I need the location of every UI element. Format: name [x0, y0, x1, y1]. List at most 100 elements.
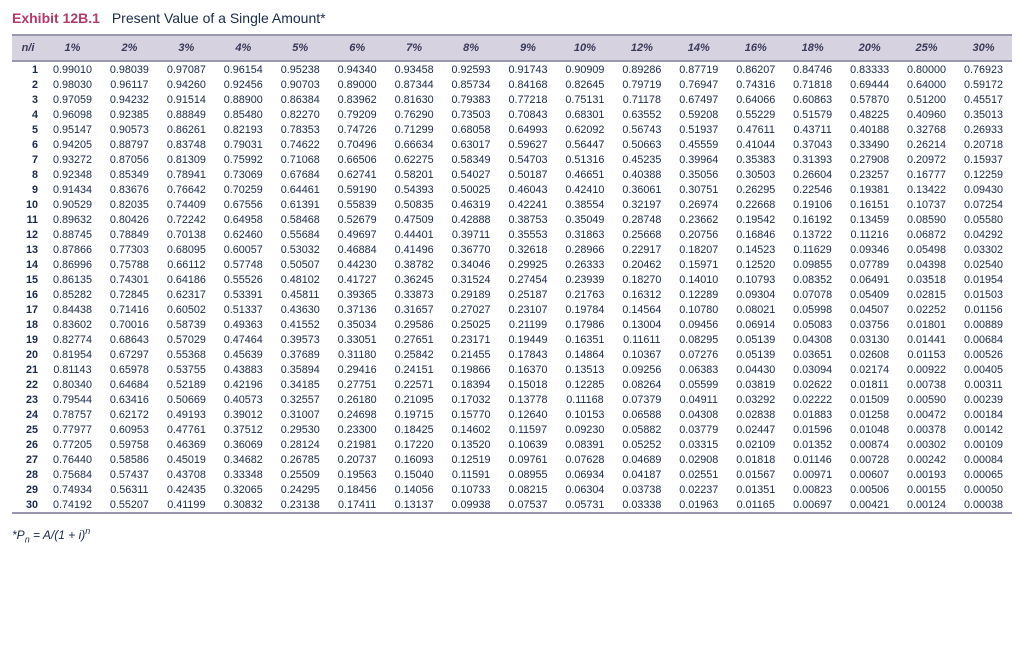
value-cell: 0.77205	[44, 437, 101, 452]
value-cell: 0.57437	[101, 467, 158, 482]
value-cell: 0.04689	[613, 452, 670, 467]
value-cell: 0.08215	[500, 482, 557, 497]
value-cell: 0.19449	[500, 332, 557, 347]
value-cell: 0.17986	[556, 317, 613, 332]
rate-header: 2%	[101, 35, 158, 61]
value-cell: 0.64958	[215, 212, 272, 227]
value-cell: 0.50507	[272, 257, 329, 272]
value-cell: 0.01567	[727, 467, 784, 482]
value-cell: 0.33873	[386, 287, 443, 302]
period-cell: 5	[12, 122, 44, 137]
value-cell: 0.79209	[329, 107, 386, 122]
value-cell: 0.07254	[955, 197, 1012, 212]
value-cell: 0.11597	[500, 422, 557, 437]
value-cell: 0.81954	[44, 347, 101, 362]
value-cell: 0.40188	[841, 122, 898, 137]
value-cell: 0.91434	[44, 182, 101, 197]
value-cell: 0.28124	[272, 437, 329, 452]
value-cell: 0.31657	[386, 302, 443, 317]
value-cell: 0.42410	[556, 182, 613, 197]
value-cell: 0.50025	[443, 182, 500, 197]
rate-header: 18%	[784, 35, 841, 61]
value-cell: 0.02622	[784, 377, 841, 392]
value-cell: 0.26295	[727, 182, 784, 197]
value-cell: 0.00922	[898, 362, 955, 377]
value-cell: 0.89286	[613, 61, 670, 77]
value-cell: 0.18207	[670, 242, 727, 257]
value-cell: 0.58349	[443, 152, 500, 167]
value-cell: 0.00526	[955, 347, 1012, 362]
value-cell: 0.25025	[443, 317, 500, 332]
value-cell: 0.03738	[613, 482, 670, 497]
value-cell: 0.36770	[443, 242, 500, 257]
value-cell: 0.87056	[101, 152, 158, 167]
value-cell: 0.58586	[101, 452, 158, 467]
value-cell: 0.91514	[158, 92, 215, 107]
value-cell: 0.05731	[556, 497, 613, 513]
rate-header: 6%	[329, 35, 386, 61]
value-cell: 0.19563	[329, 467, 386, 482]
value-cell: 0.94260	[158, 77, 215, 92]
value-cell: 0.26604	[784, 167, 841, 182]
value-cell: 0.09304	[727, 287, 784, 302]
value-cell: 0.45235	[613, 152, 670, 167]
value-cell: 0.35056	[670, 167, 727, 182]
value-cell: 0.59172	[955, 77, 1012, 92]
value-cell: 0.65978	[101, 362, 158, 377]
value-cell: 0.23107	[500, 302, 557, 317]
corner-header: n/i	[12, 35, 44, 61]
value-cell: 0.84438	[44, 302, 101, 317]
value-cell: 0.94340	[329, 61, 386, 77]
value-cell: 0.09230	[556, 422, 613, 437]
value-cell: 0.96098	[44, 107, 101, 122]
value-cell: 0.48225	[841, 107, 898, 122]
value-cell: 0.23138	[272, 497, 329, 513]
period-cell: 10	[12, 197, 44, 212]
value-cell: 0.01153	[898, 347, 955, 362]
value-cell: 0.91743	[500, 61, 557, 77]
value-cell: 0.43883	[215, 362, 272, 377]
value-cell: 0.85734	[443, 77, 500, 92]
value-cell: 0.85480	[215, 107, 272, 122]
value-cell: 0.07537	[500, 497, 557, 513]
period-cell: 24	[12, 407, 44, 422]
exhibit-label: Exhibit 12B.1	[12, 10, 100, 26]
value-cell: 0.30832	[215, 497, 272, 513]
value-cell: 0.75684	[44, 467, 101, 482]
value-cell: 0.72242	[158, 212, 215, 227]
value-cell: 0.15971	[670, 257, 727, 272]
value-cell: 0.37043	[784, 137, 841, 152]
value-cell: 0.03292	[727, 392, 784, 407]
value-cell: 0.15937	[955, 152, 1012, 167]
value-cell: 0.03094	[784, 362, 841, 377]
value-cell: 0.01503	[955, 287, 1012, 302]
value-cell: 0.07078	[784, 287, 841, 302]
value-cell: 0.05998	[784, 302, 841, 317]
value-cell: 0.76440	[44, 452, 101, 467]
value-cell: 0.10733	[443, 482, 500, 497]
value-cell: 0.00193	[898, 467, 955, 482]
value-cell: 0.47761	[158, 422, 215, 437]
value-cell: 0.35049	[556, 212, 613, 227]
value-cell: 0.67297	[101, 347, 158, 362]
rate-header: 25%	[898, 35, 955, 61]
rate-header: 20%	[841, 35, 898, 61]
value-cell: 0.06588	[613, 407, 670, 422]
value-cell: 0.33490	[841, 137, 898, 152]
value-cell: 0.26180	[329, 392, 386, 407]
value-cell: 0.43630	[272, 302, 329, 317]
value-cell: 0.08590	[898, 212, 955, 227]
value-cell: 0.35034	[329, 317, 386, 332]
value-cell: 0.29530	[272, 422, 329, 437]
value-cell: 0.29416	[329, 362, 386, 377]
period-cell: 7	[12, 152, 44, 167]
value-cell: 0.87866	[44, 242, 101, 257]
value-cell: 0.51937	[670, 122, 727, 137]
value-cell: 0.74301	[101, 272, 158, 287]
value-cell: 0.79031	[215, 137, 272, 152]
value-cell: 0.57748	[215, 257, 272, 272]
value-cell: 0.08264	[613, 377, 670, 392]
value-cell: 0.00155	[898, 482, 955, 497]
value-cell: 0.23257	[841, 167, 898, 182]
value-cell: 0.05599	[670, 377, 727, 392]
